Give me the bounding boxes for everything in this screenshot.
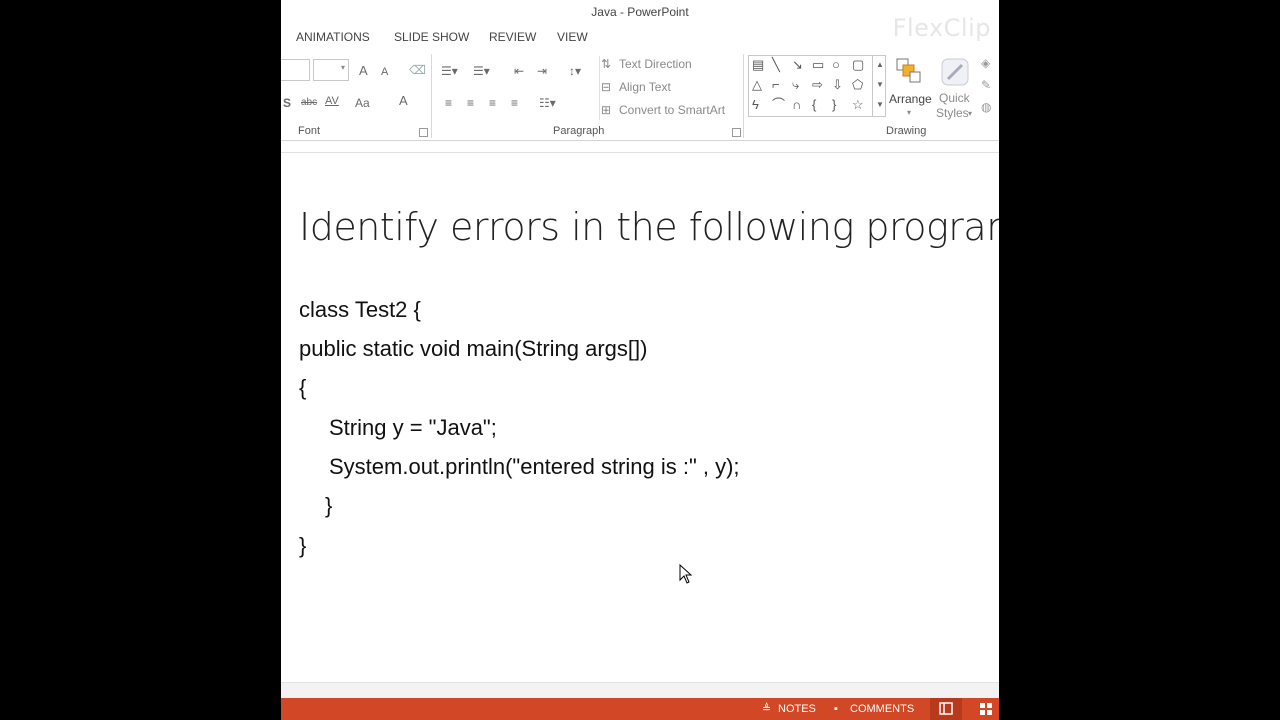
star-shape-icon[interactable]: ☆ <box>852 98 864 112</box>
font-size-box[interactable]: ▾ <box>313 59 349 81</box>
align-left-icon[interactable]: ≡ <box>445 96 452 110</box>
text-direction-button[interactable]: Text Direction <box>619 57 692 71</box>
convert-smartart-button[interactable]: Convert to SmartArt <box>619 103 725 117</box>
slide-title[interactable]: Identify errors in the following program <box>299 205 999 249</box>
slide-sorter-icon[interactable] <box>979 702 993 716</box>
rectangle-shape-icon[interactable]: ▭ <box>812 58 824 72</box>
arc-shape-icon[interactable]: ∩ <box>792 98 801 112</box>
justify-icon[interactable]: ≡ <box>511 96 518 110</box>
arrow-line-shape-icon[interactable]: ↘ <box>792 58 803 72</box>
strikethrough-icon[interactable]: abc <box>301 96 317 110</box>
ribbon: ▾ A A ⌫ S abc AV Aa A Font ☰▾ ☰▾ ⇤ ⇥ ↕▾ … <box>281 48 999 141</box>
shape-fill-icon[interactable]: ◈ <box>981 56 990 70</box>
textbox-shape-icon[interactable]: ▤ <box>752 58 764 72</box>
rounded-rect-shape-icon[interactable]: ▢ <box>852 58 864 72</box>
code-line: } <box>325 493 333 518</box>
ribbon-tabs: ANIMATIONS SLIDE SHOW REVIEW VIEW <box>281 26 999 48</box>
tab-review[interactable]: REVIEW <box>489 26 536 48</box>
bullets-icon[interactable]: ☰▾ <box>441 64 458 78</box>
code-line: class Test2 { <box>299 297 421 322</box>
char-spacing-icon[interactable]: AV <box>325 94 339 108</box>
scroll-up-icon[interactable]: ▲ <box>876 60 884 69</box>
quick-styles-label-line1: Quick <box>939 91 970 105</box>
scroll-down-icon[interactable]: ▼ <box>876 80 884 89</box>
powerpoint-window: Java - PowerPoint FlexClip ANIMATIONS SL… <box>281 0 999 720</box>
notes-button[interactable]: NOTES <box>778 698 816 720</box>
left-brace-shape-icon[interactable]: { <box>812 98 816 112</box>
tab-view[interactable]: VIEW <box>557 26 588 48</box>
columns-icon[interactable]: ☷▾ <box>539 96 556 110</box>
ribbon-divider <box>599 56 600 120</box>
font-name-box[interactable] <box>281 59 310 81</box>
change-case-icon[interactable]: Aa <box>355 96 370 110</box>
font-dialog-launcher[interactable] <box>419 128 428 137</box>
arrange-label: Arrange <box>889 92 932 106</box>
right-arrow-shape-icon[interactable]: ⇨ <box>812 78 823 92</box>
code-line: System.out.println("entered string is :"… <box>329 454 740 479</box>
quick-styles-label-line2: Styles <box>936 106 969 120</box>
text-direction-icon[interactable]: ⇅ <box>601 57 611 71</box>
flowchart-shape-icon[interactable]: ⬠ <box>852 78 863 92</box>
numbering-icon[interactable]: ☰▾ <box>473 64 490 78</box>
align-center-icon[interactable]: ≡ <box>467 96 474 110</box>
paragraph-group-label: Paragraph <box>553 125 605 137</box>
align-text-button[interactable]: Align Text <box>619 80 671 94</box>
right-brace-shape-icon[interactable]: } <box>832 98 836 112</box>
comments-icon[interactable]: ▪ <box>834 698 838 720</box>
paragraph-dialog-launcher[interactable] <box>732 128 741 137</box>
quick-styles-icon <box>941 58 969 86</box>
oval-shape-icon[interactable]: ○ <box>832 58 840 72</box>
smartart-icon[interactable]: ⊞ <box>601 103 611 117</box>
quick-styles-dropdown-icon: ▾ <box>968 109 973 118</box>
comments-button[interactable]: COMMENTS <box>850 698 914 720</box>
line-shape-icon[interactable]: ╲ <box>772 58 780 72</box>
code-line: { <box>299 375 307 400</box>
increase-indent-icon[interactable]: ⇥ <box>537 64 547 78</box>
triangle-shape-icon[interactable]: △ <box>752 78 762 92</box>
elbow-connector-icon[interactable]: ⌐ <box>772 78 780 92</box>
drawing-group-label: Drawing <box>886 125 927 137</box>
font-color-icon[interactable]: A <box>399 94 408 108</box>
ribbon-divider <box>743 54 744 138</box>
mouse-cursor-icon <box>679 564 693 584</box>
arrange-icon <box>896 58 921 83</box>
ribbon-divider <box>431 54 432 138</box>
window-title: Java - PowerPoint <box>591 5 689 19</box>
decrease-indent-icon[interactable]: ⇤ <box>514 64 524 78</box>
normal-view-button[interactable] <box>930 698 962 720</box>
shape-outline-icon[interactable]: ✎ <box>981 78 991 92</box>
grow-font-icon[interactable]: A <box>359 64 368 78</box>
gallery-scroll[interactable]: ▲ ▼ ▼ <box>872 56 885 116</box>
down-arrow-shape-icon[interactable]: ⇩ <box>832 78 843 92</box>
curve-shape-icon[interactable]: ⌒ <box>772 98 785 112</box>
arrange-dropdown-icon: ▾ <box>907 108 912 117</box>
code-line: String y = "Java"; <box>329 415 497 440</box>
normal-view-icon <box>939 702 953 715</box>
font-group-label: Font <box>298 125 321 137</box>
align-text-icon[interactable]: ⊟ <box>601 80 611 94</box>
slide-canvas[interactable]: Identify errors in the following program… <box>281 152 999 683</box>
align-right-icon[interactable]: ≡ <box>489 96 496 110</box>
shapes-gallery[interactable]: ▤ ╲ ↘ ▭ ○ ▢ △ ⌐ ⤷ ⇨ ⇩ ⬠ ϟ ⌒ ∩ { } ☆ ▲ ▼ … <box>748 55 886 117</box>
gallery-more-icon[interactable]: ▼ <box>876 100 884 109</box>
elbow-arrow-icon[interactable]: ⤷ <box>792 78 799 92</box>
code-line: public static void main(String args[]) <box>299 336 648 361</box>
line-spacing-icon[interactable]: ↕▾ <box>569 64 581 78</box>
status-bar: ≜ NOTES ▪ COMMENTS <box>281 698 999 720</box>
horizontal-scrollbar[interactable] <box>281 682 999 699</box>
shape-effects-icon[interactable]: ◍ <box>981 100 991 114</box>
notes-icon[interactable]: ≜ <box>762 698 771 720</box>
tab-animations[interactable]: ANIMATIONS <box>296 26 370 48</box>
freeform-shape-icon[interactable]: ϟ <box>752 98 759 112</box>
code-line: } <box>299 533 307 558</box>
shadow-icon[interactable]: S <box>283 96 291 110</box>
shrink-font-icon[interactable]: A <box>381 65 388 79</box>
clear-format-icon[interactable]: ⌫ <box>409 63 426 77</box>
tab-slide-show[interactable]: SLIDE SHOW <box>394 26 469 48</box>
